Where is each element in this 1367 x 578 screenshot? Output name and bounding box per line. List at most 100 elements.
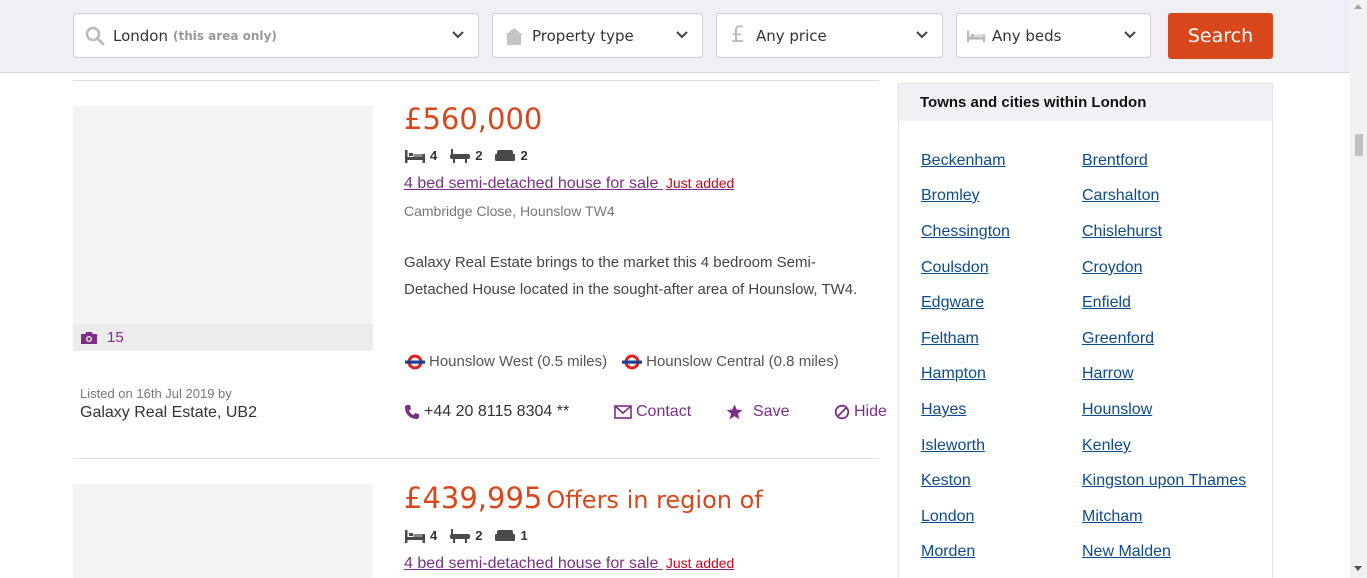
chevron-down-icon bbox=[914, 27, 930, 43]
contact-label: Contact bbox=[636, 403, 692, 420]
location-value: London bbox=[113, 26, 168, 45]
contact-button[interactable]: Contact bbox=[614, 401, 691, 423]
envelope-icon bbox=[614, 405, 636, 419]
search-button[interactable]: Search bbox=[1168, 13, 1273, 59]
price-value: £439,995 bbox=[404, 481, 543, 515]
divider bbox=[73, 458, 879, 459]
camera-icon bbox=[80, 331, 98, 345]
chevron-down-icon bbox=[1122, 27, 1138, 43]
bathroom-count: 2 bbox=[475, 528, 483, 543]
town-link[interactable]: Hayes bbox=[921, 401, 966, 419]
listing-features: 4 2 1 bbox=[404, 528, 540, 543]
nearest-stations: Hounslow West (0.5 miles) Hounslow Centr… bbox=[404, 353, 853, 370]
town-link[interactable]: Edgware bbox=[921, 294, 984, 312]
save-button[interactable]: Save bbox=[726, 401, 789, 423]
listed-date: Listed on 16th Jul 2019 by bbox=[80, 386, 232, 401]
town-link[interactable]: Mitcham bbox=[1082, 508, 1142, 526]
town-link[interactable]: Greenford bbox=[1082, 330, 1154, 348]
listing-title-link[interactable]: 4 bed semi-detached house for sale Just … bbox=[404, 555, 734, 573]
town-link[interactable]: Keston bbox=[921, 472, 971, 490]
listing-image[interactable] bbox=[73, 106, 373, 324]
agent-name[interactable]: Galaxy Real Estate, UB2 bbox=[80, 404, 257, 422]
price-select[interactable]: £ Any price bbox=[716, 13, 943, 58]
listing-title[interactable]: 4 bed semi-detached house for sale bbox=[404, 555, 658, 572]
town-link[interactable]: Enfield bbox=[1082, 294, 1131, 312]
bath-icon bbox=[449, 148, 475, 163]
town-link[interactable]: Hampton bbox=[921, 365, 986, 383]
chevron-down-icon bbox=[674, 27, 690, 43]
scrollbar[interactable] bbox=[1350, 0, 1367, 578]
underground-icon bbox=[621, 354, 646, 370]
station-name: Hounslow West (0.5 miles) bbox=[429, 353, 608, 370]
listing-title-link[interactable]: 4 bed semi-detached house for sale Just … bbox=[404, 175, 734, 193]
scroll-up-arrow-icon[interactable] bbox=[1354, 4, 1362, 9]
town-link[interactable]: Coulsdon bbox=[921, 259, 989, 277]
town-link[interactable]: Chislehurst bbox=[1082, 223, 1162, 241]
reception-count: 1 bbox=[520, 528, 528, 543]
scroll-down-arrow-icon[interactable] bbox=[1354, 566, 1362, 571]
property-type-value: Property type bbox=[532, 26, 634, 45]
beds-select[interactable]: Any beds bbox=[956, 13, 1151, 58]
bedrooms: 4 bbox=[404, 148, 437, 163]
bed-icon bbox=[966, 26, 986, 46]
just-added-badge: Just added bbox=[665, 555, 735, 571]
listing-title[interactable]: 4 bed semi-detached house for sale bbox=[404, 175, 658, 192]
photo-count-value: 15 bbox=[107, 329, 124, 346]
receptions: 1 bbox=[494, 528, 528, 543]
location-hint: (this area only) bbox=[172, 28, 277, 43]
town-link[interactable]: Feltham bbox=[921, 330, 979, 348]
scroll-thumb[interactable] bbox=[1355, 134, 1363, 156]
divider bbox=[73, 80, 879, 81]
sofa-icon bbox=[494, 149, 520, 163]
bedroom-count: 4 bbox=[430, 148, 438, 163]
town-link[interactable]: Kingston upon Thames bbox=[1082, 472, 1246, 490]
receptions: 2 bbox=[494, 148, 528, 163]
town-link[interactable]: London bbox=[921, 508, 974, 526]
listing-address: Cambridge Close, Hounslow TW4 bbox=[404, 203, 615, 219]
hide-icon bbox=[834, 404, 854, 420]
price-value: £560,000 bbox=[404, 102, 543, 136]
listing-description[interactable]: Galaxy Real Estate brings to the market … bbox=[404, 249, 864, 303]
location-field[interactable]: London (this area only) bbox=[73, 13, 479, 58]
bathroom-count: 2 bbox=[475, 148, 483, 163]
phone-number[interactable]: +44 20 8115 8304 ** bbox=[424, 403, 569, 421]
town-link[interactable]: Isleworth bbox=[921, 437, 985, 455]
beds-value: Any beds bbox=[992, 26, 1062, 45]
station-item: Hounslow West (0.5 miles) bbox=[404, 353, 607, 370]
listing-image[interactable] bbox=[73, 484, 373, 578]
underground-icon bbox=[404, 354, 429, 370]
phone-icon bbox=[404, 404, 424, 420]
town-link[interactable]: Beckenham bbox=[921, 152, 1006, 170]
bath-icon bbox=[449, 528, 475, 543]
just-added-badge: Just added bbox=[665, 175, 735, 191]
town-link[interactable]: Carshalton bbox=[1082, 187, 1159, 205]
pound-icon: £ bbox=[731, 23, 745, 48]
town-link[interactable]: Morden bbox=[921, 543, 975, 561]
hide-button[interactable]: Hide bbox=[834, 401, 887, 423]
listing-price: £439,995 Offers in region of bbox=[404, 481, 763, 515]
photo-count[interactable]: 15 bbox=[73, 324, 373, 351]
listing-features: 4 2 2 bbox=[404, 148, 540, 163]
property-type-select[interactable]: Property type bbox=[492, 13, 703, 58]
town-link[interactable]: Croydon bbox=[1082, 259, 1142, 277]
town-link[interactable]: Brentford bbox=[1082, 152, 1148, 170]
reception-count: 2 bbox=[520, 148, 528, 163]
chevron-down-icon bbox=[450, 27, 466, 43]
town-link[interactable]: Chessington bbox=[921, 223, 1010, 241]
town-link[interactable]: Bromley bbox=[921, 187, 980, 205]
price-qualifier: Offers in region of bbox=[546, 486, 763, 514]
bed-icon bbox=[404, 149, 430, 163]
town-link[interactable]: Harrow bbox=[1082, 365, 1134, 383]
town-link[interactable]: New Malden bbox=[1082, 543, 1171, 561]
listing-price: £560,000 bbox=[404, 102, 542, 136]
bed-icon bbox=[404, 529, 430, 543]
bathrooms: 2 bbox=[449, 528, 482, 543]
town-link[interactable]: Hounslow bbox=[1082, 401, 1152, 419]
station-item: Hounslow Central (0.8 miles) bbox=[621, 353, 839, 370]
save-label: Save bbox=[753, 403, 790, 420]
hide-label: Hide bbox=[854, 403, 887, 420]
house-icon bbox=[504, 26, 524, 46]
star-icon bbox=[726, 404, 747, 420]
phone-link[interactable]: +44 20 8115 8304 ** bbox=[404, 401, 569, 423]
town-link[interactable]: Kenley bbox=[1082, 437, 1131, 455]
